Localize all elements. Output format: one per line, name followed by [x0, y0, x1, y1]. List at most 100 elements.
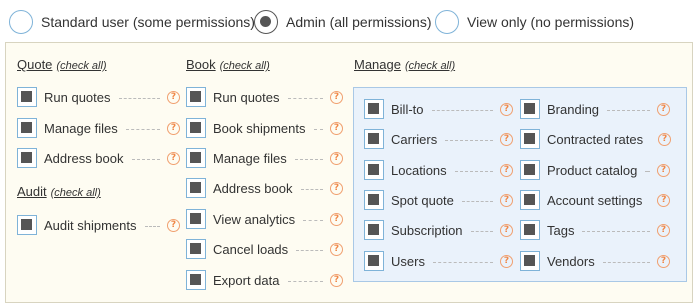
help-icon[interactable]: ? [500, 193, 513, 207]
help-icon[interactable]: ? [500, 102, 513, 116]
section-title-text: Audit [17, 184, 47, 199]
section-title-manage: Manage (check all) [354, 57, 455, 72]
leader-line [602, 261, 650, 263]
checkbox[interactable] [520, 251, 540, 271]
book-check-all-link[interactable]: (check all) [220, 60, 270, 72]
help-icon[interactable]: ? [657, 163, 670, 177]
perm-book-cancel-loads[interactable]: Cancel loads ? [186, 237, 343, 261]
checkbox[interactable] [17, 87, 37, 107]
perm-manage-locations[interactable]: Locations ? [364, 158, 513, 182]
help-icon[interactable]: ? [657, 193, 671, 207]
help-icon[interactable]: ? [658, 132, 672, 146]
section-title-audit: Audit (check all) [17, 184, 101, 199]
checkbox[interactable] [520, 220, 540, 240]
section-title-quote: Quote (check all) [17, 57, 107, 72]
help-icon[interactable]: ? [330, 121, 343, 135]
perm-quote-manage-files[interactable]: Manage files ? [17, 116, 180, 140]
perm-manage-contracted-rates[interactable]: Contracted rates ? [520, 127, 672, 151]
perm-book-export-data[interactable]: Export data ? [186, 268, 343, 292]
help-icon[interactable]: ? [500, 223, 513, 237]
perm-manage-product-catalog[interactable]: Product catalog ? [520, 158, 670, 182]
role-standard-user[interactable]: Standard user (some permissions) [9, 8, 255, 36]
perm-manage-account-settings[interactable]: Account settings ? [520, 188, 671, 212]
checkbox[interactable] [186, 118, 206, 138]
checkbox[interactable] [520, 99, 540, 119]
checkbox[interactable] [364, 251, 384, 271]
audit-check-all-link[interactable]: (check all) [51, 187, 101, 199]
help-icon[interactable]: ? [167, 218, 180, 232]
radio-view-only[interactable] [435, 10, 459, 34]
perm-quote-run-quotes[interactable]: Run quotes ? [17, 85, 180, 109]
checkbox[interactable] [186, 270, 206, 290]
perm-book-view-analytics[interactable]: View analytics ? [186, 207, 343, 231]
checkbox[interactable] [364, 129, 384, 149]
checkbox[interactable] [520, 129, 540, 149]
perm-manage-branding[interactable]: Branding ? [520, 97, 670, 121]
checkbox[interactable] [186, 148, 206, 168]
checkbox[interactable] [186, 178, 206, 198]
perm-label: Account settings [547, 192, 643, 208]
checkbox[interactable] [364, 220, 384, 240]
checkbox[interactable] [186, 239, 206, 259]
help-icon[interactable]: ? [330, 242, 343, 256]
perm-book-manage-files[interactable]: Manage files ? [186, 146, 343, 170]
leader-line [461, 200, 493, 202]
checkbox[interactable] [364, 190, 384, 210]
help-icon[interactable]: ? [657, 102, 670, 116]
perm-book-address-book[interactable]: Address book ? [186, 176, 343, 200]
checkbox[interactable] [364, 99, 384, 119]
perm-label: Address book [213, 180, 293, 196]
role-admin[interactable]: Admin (all permissions) [254, 8, 431, 36]
checkbox[interactable] [364, 160, 384, 180]
perm-manage-spot-quote[interactable]: Spot quote ? [364, 188, 513, 212]
help-icon[interactable]: ? [500, 254, 513, 268]
leader-line [294, 158, 323, 160]
help-icon[interactable]: ? [330, 90, 343, 104]
perm-label: Book shipments [213, 120, 306, 136]
leader-line [287, 280, 323, 282]
quote-check-all-link[interactable]: (check all) [56, 60, 106, 72]
help-icon[interactable]: ? [330, 181, 343, 195]
leader-line [470, 230, 493, 232]
perm-quote-address-book[interactable]: Address book ? [17, 146, 180, 170]
checkbox[interactable] [186, 87, 206, 107]
checkbox[interactable] [17, 215, 37, 235]
help-icon[interactable]: ? [167, 151, 180, 165]
perm-manage-bill-to[interactable]: Bill-to ? [364, 97, 513, 121]
role-label: View only (no permissions) [467, 14, 635, 30]
perm-manage-carriers[interactable]: Carriers ? [364, 127, 513, 151]
help-icon[interactable]: ? [657, 223, 670, 237]
manage-check-all-link[interactable]: (check all) [405, 60, 455, 72]
checkbox[interactable] [17, 118, 37, 138]
role-view-only[interactable]: View only (no permissions) [435, 8, 634, 36]
checkbox[interactable] [186, 209, 206, 229]
perm-manage-tags[interactable]: Tags ? [520, 218, 670, 242]
perm-audit-shipments[interactable]: Audit shipments ? [17, 213, 180, 237]
perm-manage-vendors[interactable]: Vendors ? [520, 249, 670, 273]
help-icon[interactable]: ? [500, 163, 513, 177]
perm-label: Tags [547, 222, 575, 238]
perm-book-run-quotes[interactable]: Run quotes ? [186, 85, 343, 109]
perm-manage-users[interactable]: Users ? [364, 249, 513, 273]
help-icon[interactable]: ? [330, 212, 343, 226]
help-icon[interactable]: ? [167, 90, 180, 104]
checkbox[interactable] [17, 148, 37, 168]
section-title-text: Manage [354, 57, 401, 72]
section-title-text: Book [186, 57, 216, 72]
manage-permissions-box: Bill-to ? Carriers ? Locations ? Spot qu… [353, 87, 687, 282]
checkbox[interactable] [520, 190, 540, 210]
checkbox[interactable] [520, 160, 540, 180]
leader-line [445, 139, 493, 141]
radio-standard-user[interactable] [9, 10, 33, 34]
leader-line [296, 249, 323, 251]
perm-label: Cancel loads [213, 241, 289, 257]
perm-manage-subscription[interactable]: Subscription ? [364, 218, 513, 242]
help-icon[interactable]: ? [330, 151, 343, 165]
help-icon[interactable]: ? [330, 273, 343, 287]
radio-admin[interactable] [254, 10, 278, 34]
help-icon[interactable]: ? [167, 121, 180, 135]
section-title-text: Quote [17, 57, 53, 72]
help-icon[interactable]: ? [657, 254, 670, 268]
help-icon[interactable]: ? [500, 132, 513, 146]
perm-book-book-shipments[interactable]: Book shipments ? [186, 116, 343, 140]
